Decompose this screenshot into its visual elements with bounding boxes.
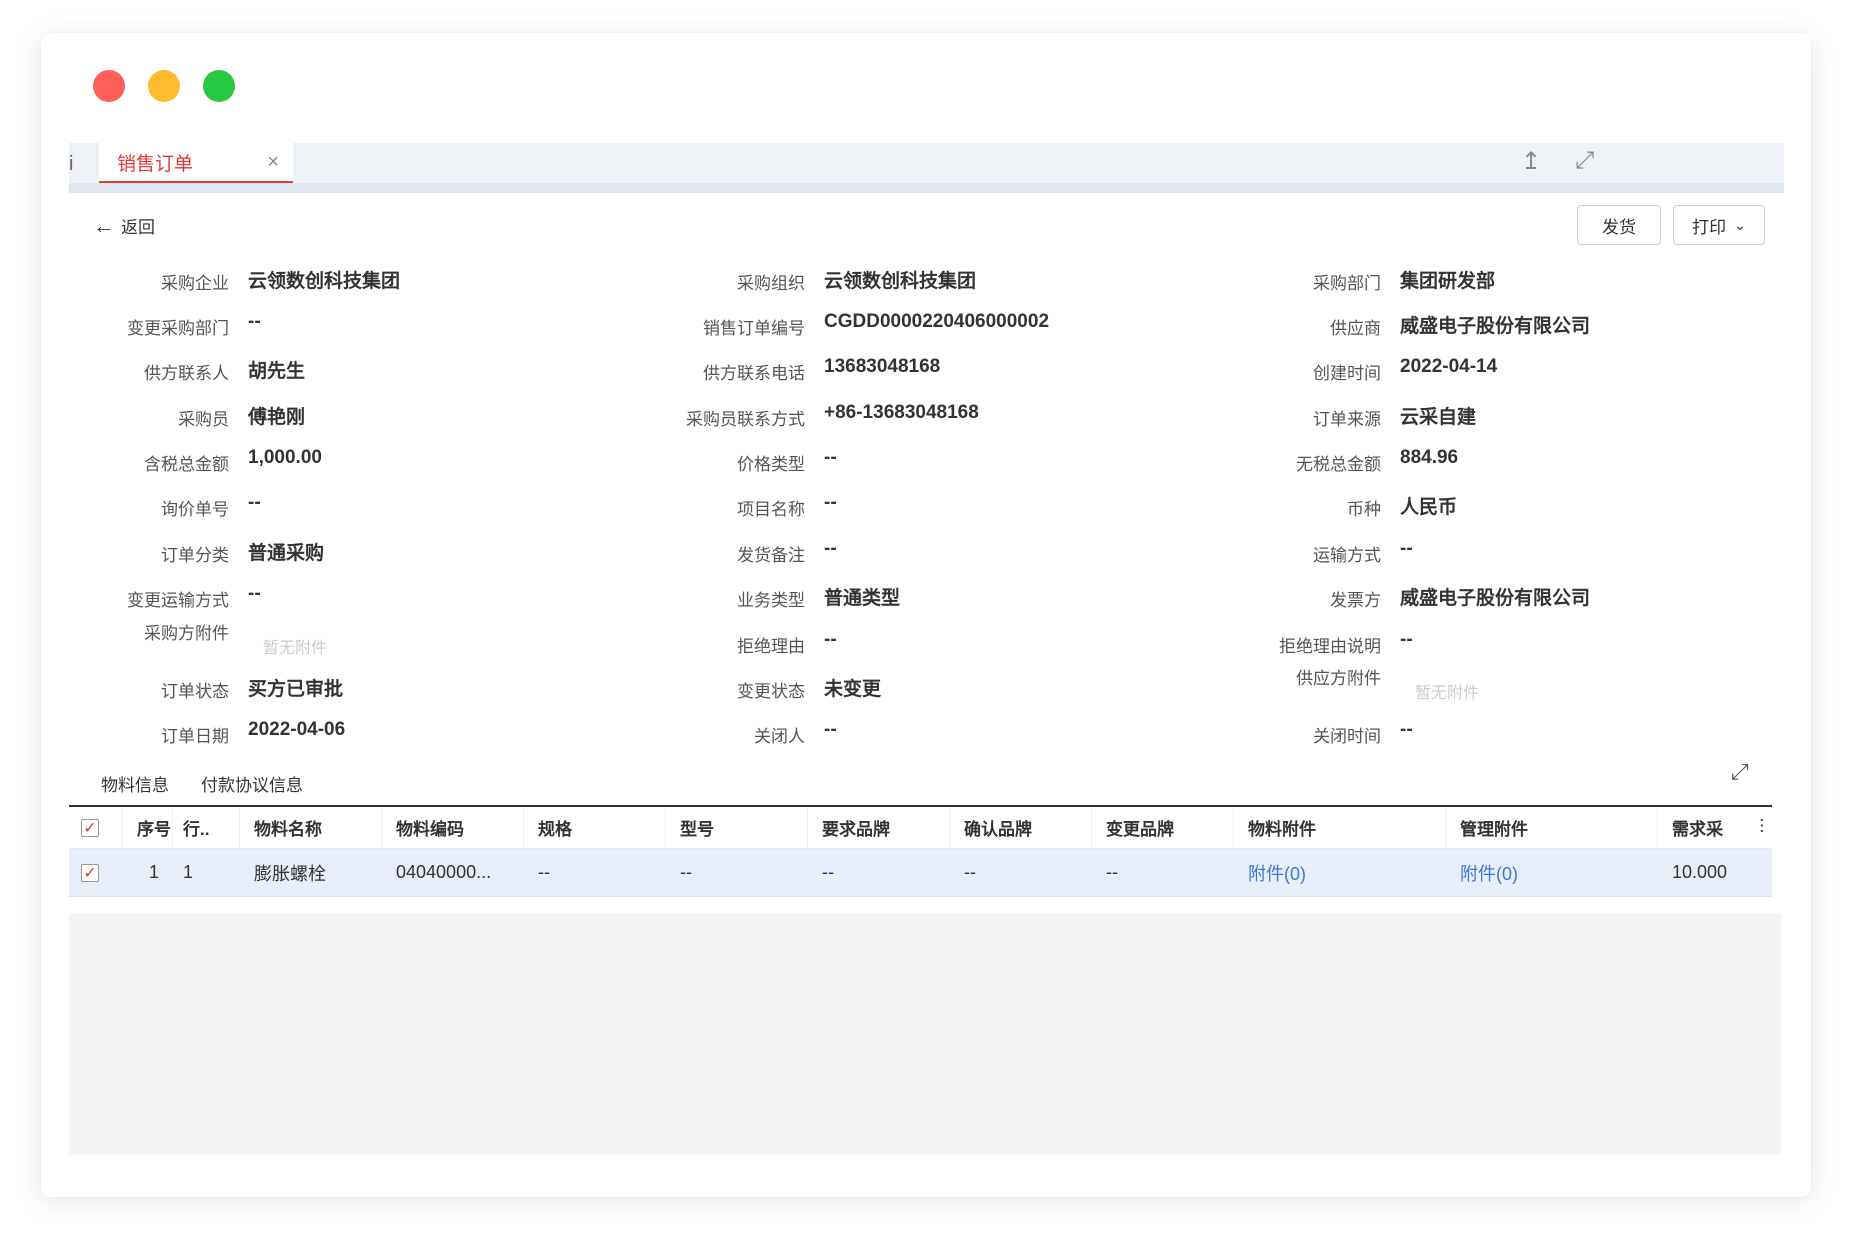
cell-confirmed-brand: -- [964,862,976,882]
app-window: i 销售订单 × ↥ ⤢ ← 返回 发货 打印 ⌄ 采购企业 云领数创科技集团 变… [41,33,1811,1197]
field-reject-reason-desc: 拒绝理由说明 -- [1279,629,1413,656]
expand-table-icon[interactable]: ⤢ [1731,759,1749,785]
col-header-line[interactable]: 行.. [173,807,240,848]
field-currency: 币种 人民币 [1347,497,1458,519]
col-header-required-brand[interactable]: 要求品牌 [808,807,950,848]
field-created-time: 创建时间 2022-04-14 [1313,356,1498,383]
field-purchasing-dept: 采购部门 集团研发部 [1313,271,1496,293]
tab-sales-order[interactable]: 销售订单 × [99,143,293,183]
tab-close-icon[interactable]: × [267,151,279,174]
print-label: 打印 [1692,217,1727,237]
field-order-date: 订单日期 2022-04-06 [161,719,346,746]
tab-bar: i 销售订单 × ↥ ⤢ [69,143,1784,193]
back-button[interactable]: ← 返回 [93,213,155,238]
field-order-source: 订单来源 云采自建 [1313,407,1477,429]
table-row[interactable]: ✓ 1 1 膨胀螺栓 04040000... -- -- -- -- -- 附件… [69,849,1772,897]
field-change-status: 变更状态 未变更 [737,679,882,701]
col-header-model[interactable]: 型号 [666,807,808,848]
tab-payment-agreement[interactable]: 付款协议信息 [201,771,303,808]
cell-material-name: 膨胀螺栓 [254,863,326,884]
col-header-management-attachment[interactable]: 管理附件 [1446,807,1658,848]
detail-subtabs: 物料信息 付款协议信息 [101,771,303,808]
material-attachment-link[interactable]: 附件(0) [1248,860,1306,886]
material-table: ✓ 序号 行.. 物料名称 物料编码 规格 型号 要求品牌 确认品牌 变更品牌 … [69,805,1772,897]
row-checkbox[interactable]: ✓ [81,863,99,882]
table-empty-area [69,913,1781,1155]
field-shipping-remark: 发货备注 -- [737,538,837,565]
field-closed-by: 关闭人 -- [754,719,837,746]
window-controls [93,70,235,102]
row-select-cell: ✓ [69,849,123,896]
field-changed-purchasing-dept: 变更采购部门 -- [127,311,261,338]
cell-required-qty: 10.000 [1672,862,1728,882]
empty-attachment-text: 暂无附件 [263,640,328,657]
upload-icon[interactable]: ↥ [1521,147,1541,176]
col-header-material-attachment[interactable]: 物料附件 [1234,807,1446,848]
field-price-type: 价格类型 -- [737,447,837,474]
cell-required-brand: -- [822,862,834,882]
col-header-required-qty[interactable]: 需求采 [1658,807,1772,848]
col-header-spec[interactable]: 规格 [524,807,666,848]
field-supplier-attachment: 供应方附件 暂无附件 [1221,661,1479,711]
maximize-window-button[interactable] [203,70,235,102]
field-supplier: 供应商 威盛电子股份有限公司 [1330,316,1591,338]
cell-spec: -- [538,862,550,882]
field-purchasing-company: 采购企业 云领数创科技集团 [161,271,401,293]
col-header-material-name[interactable]: 物料名称 [240,807,382,848]
field-closed-time: 关闭时间 -- [1313,719,1413,746]
field-changed-shipping-method: 变更运输方式 -- [127,583,261,610]
col-header-material-code[interactable]: 物料编码 [382,807,524,848]
field-order-category: 订单分类 普通采购 [161,543,325,565]
close-window-button[interactable] [93,70,125,102]
cell-line: 1 [183,862,194,882]
field-order-status: 订单状态 买方已审批 [161,679,344,701]
fullscreen-icon[interactable]: ⤢ [1575,147,1594,175]
field-invoice-party: 发票方 威盛电子股份有限公司 [1330,588,1591,610]
field-project-name: 项目名称 -- [737,492,837,519]
field-buyer-contact: 采购员联系方式 +86-13683048168 [686,402,979,429]
field-purchasing-org: 采购组织 云领数创科技集团 [737,271,977,293]
cell-material-code: 04040000... [396,862,492,882]
field-total-without-tax: 无税总金额 884.96 [1296,447,1459,474]
col-header-confirmed-brand[interactable]: 确认品牌 [950,807,1092,848]
field-buyer-attachment: 采购方附件 暂无附件 [69,616,327,666]
management-attachment-link[interactable]: 附件(0) [1460,860,1518,886]
field-total-with-tax: 含税总金额 1,000.00 [144,447,322,474]
col-header-changed-brand[interactable]: 变更品牌 [1092,807,1234,848]
chevron-down-icon: ⌄ [1734,216,1746,233]
cell-material-attachment: 附件(0) [1234,849,1446,896]
field-sales-order-number: 销售订单编号 CGDD0000220406000002 [703,311,1050,338]
minimize-window-button[interactable] [148,70,180,102]
table-header: ✓ 序号 行.. 物料名称 物料编码 规格 型号 要求品牌 确认品牌 变更品牌 … [69,805,1772,849]
field-shipping-method: 运输方式 -- [1313,538,1413,565]
select-all-checkbox[interactable]: ✓ [81,818,99,837]
back-label: 返回 [121,218,155,237]
cell-index: 1 [148,862,159,882]
print-dropdown-button[interactable]: 打印 ⌄ [1673,205,1765,245]
cell-management-attachment: 附件(0) [1446,849,1658,896]
col-header-index[interactable]: 序号 [123,807,173,848]
field-reject-reason: 拒绝理由 -- [737,629,837,656]
field-buyer: 采购员 傅艳刚 [178,407,306,429]
tab-material-info[interactable]: 物料信息 [101,771,169,808]
cell-changed-brand: -- [1106,862,1118,882]
tab-edge-glyph: i [69,153,74,175]
field-supplier-contact: 供方联系人 胡先生 [144,361,306,383]
cell-model: -- [680,862,692,882]
tab-label: 销售订单 [117,153,194,175]
header-select-all-cell: ✓ [69,807,123,848]
arrow-left-icon: ← [93,212,115,238]
field-business-type: 业务类型 普通类型 [737,588,901,610]
field-supplier-phone: 供方联系电话 13683048168 [703,356,941,383]
ship-button[interactable]: 发货 [1577,205,1661,245]
field-inquiry-number: 询价单号 -- [161,492,261,519]
ship-label: 发货 [1602,217,1636,237]
column-settings-icon[interactable]: ⫶ [1759,817,1764,839]
empty-attachment-text: 暂无附件 [1415,685,1480,702]
